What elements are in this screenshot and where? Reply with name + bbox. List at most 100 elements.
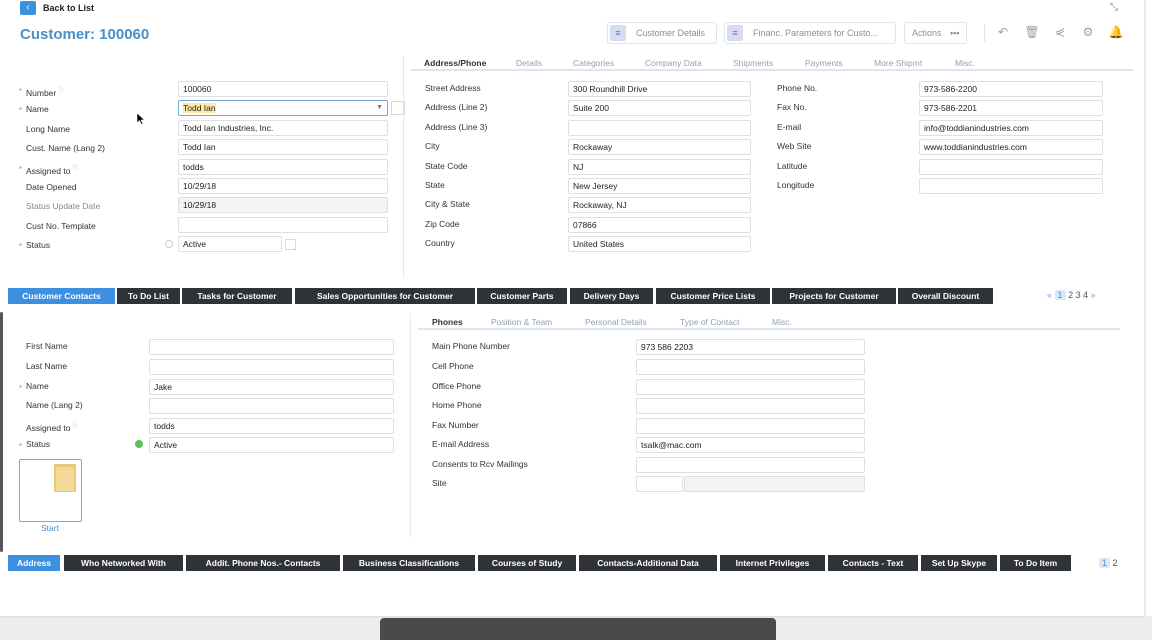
actions-button[interactable]: Actions ••• — [904, 22, 967, 44]
tab-tasks-for-customer[interactable]: Tasks for Customer — [182, 288, 292, 304]
web-site-field[interactable]: www.toddianindustries.com — [919, 139, 1103, 155]
tab-address-phone[interactable]: Address/Phone — [424, 58, 486, 68]
contact-consents-to-rcv-mailings-field[interactable] — [636, 457, 865, 473]
phone-no-field[interactable]: 973-586-2200 — [919, 81, 1103, 97]
city-field[interactable]: Rockaway — [568, 139, 751, 155]
street-address-field[interactable]: 300 Roundhill Drive — [568, 81, 751, 97]
long-name-field[interactable]: Todd Ian Industries, Inc. — [178, 120, 388, 136]
tab-misc[interactable]: Misc. — [955, 58, 975, 68]
customer-details-button[interactable]: ≡ Customer Details — [607, 22, 717, 44]
field-label-text: First Name — [26, 341, 68, 351]
pager-prev[interactable]: « — [1047, 290, 1052, 300]
site-field[interactable] — [636, 476, 683, 492]
tab-addit-phone-nos-contacts[interactable]: Addit. Phone Nos.- Contacts — [186, 555, 340, 571]
address-line-3-field[interactable] — [568, 120, 751, 136]
start-label[interactable]: Start — [41, 523, 59, 533]
back-arrow-icon[interactable]: ‹ — [20, 1, 36, 15]
date-opened-field[interactable]: 10/29/18 — [178, 178, 388, 194]
pager-page-1[interactable]: 1 — [1054, 290, 1066, 300]
contact-office-phone-field[interactable] — [636, 379, 865, 395]
city-state-field[interactable]: Rockaway, NJ — [568, 197, 751, 213]
gear-icon[interactable]: ⚙ — [1080, 24, 1096, 40]
mid-pager[interactable]: « 1 2 3 4 » — [1047, 290, 1096, 300]
contact-main-phone-number-field[interactable]: 973 586 2203 — [636, 339, 865, 355]
pager-next[interactable]: » — [1091, 290, 1096, 300]
tab-set-up-skype[interactable]: Set Up Skype — [921, 555, 997, 571]
tab-shipments[interactable]: Shipments — [733, 58, 773, 68]
tab-customer-price-lists[interactable]: Customer Price Lists — [656, 288, 770, 304]
tab-contacts-text[interactable]: Contacts - Text — [828, 555, 918, 571]
country-field[interactable]: United States — [568, 236, 751, 252]
tab-details[interactable]: Details — [516, 58, 542, 68]
contact-e-mail-address-field[interactable]: tsalk@mac.com — [636, 437, 865, 453]
tab-delivery-days[interactable]: Delivery Days — [570, 288, 653, 304]
contact-tab-type-of-contact[interactable]: Type of Contact — [680, 317, 740, 327]
tab-overall-discount[interactable]: Overall Discount — [898, 288, 993, 304]
collapse-icon[interactable]: ⤡ — [1110, 2, 1122, 14]
left-scrollbar[interactable] — [0, 312, 3, 552]
address-line-2-field[interactable]: Suite 200 — [568, 100, 751, 116]
cust-no-template-field[interactable] — [178, 217, 388, 233]
contact-status-field[interactable]: Active — [149, 437, 394, 453]
contact-tab-misc[interactable]: Misc. — [772, 317, 792, 327]
contact-last-name-field[interactable] — [149, 359, 394, 375]
tab-sales-opportunities-for-customer[interactable]: Sales Opportunities for Customer — [295, 288, 475, 304]
state-field[interactable]: New Jersey — [568, 178, 751, 194]
back-to-list-link[interactable]: Back to List — [43, 3, 94, 13]
tab-more-shipmt[interactable]: More Shipmt — [874, 58, 922, 68]
tab-address[interactable]: Address — [8, 555, 60, 571]
contact-assigned-to-field[interactable]: todds — [149, 418, 394, 434]
name-field[interactable]: Todd Ian ▼ — [178, 100, 388, 116]
tab-to-do-item[interactable]: To Do Item — [1000, 555, 1071, 571]
status-field[interactable]: Active — [178, 236, 282, 252]
tab-internet-privileges[interactable]: Internet Privileges — [720, 555, 825, 571]
tab-to-do-list[interactable]: To Do List — [117, 288, 180, 304]
site-name-field — [684, 476, 865, 492]
status-update-date-field[interactable]: 10/29/18 — [178, 197, 388, 213]
trash-icon[interactable]: 🗑 — [1024, 24, 1040, 40]
status-checkbox[interactable] — [285, 239, 296, 250]
contact-folder-tile[interactable] — [19, 459, 82, 522]
tab-business-classifications[interactable]: Business Classifications — [343, 555, 475, 571]
contact-cell-phone-field[interactable] — [636, 359, 865, 375]
financ-parameters-button[interactable]: ≡ Financ. Parameters for Custo... — [724, 22, 896, 44]
required-marker: * — [19, 242, 23, 251]
number-field[interactable]: 100060 — [178, 81, 388, 97]
fax-no-field[interactable]: 973-586-2201 — [919, 100, 1103, 116]
tab-payments[interactable]: Payments — [805, 58, 843, 68]
cust-name-lang-2-field[interactable]: Todd Ian — [178, 139, 388, 155]
pager-page-3[interactable]: 3 — [1076, 290, 1081, 300]
contact-name-field[interactable]: Jake — [149, 379, 394, 395]
contact-home-phone-field[interactable] — [636, 398, 865, 414]
e-mail-field[interactable]: info@toddianindustries.com — [919, 120, 1103, 136]
tab-who-networked-with[interactable]: Who Networked With — [64, 555, 183, 571]
assigned-to-field[interactable]: todds — [178, 159, 388, 175]
tab-projects-for-customer[interactable]: Projects for Customer — [772, 288, 896, 304]
tab-categories[interactable]: Categories — [573, 58, 614, 68]
tab-contacts-additional-data[interactable]: Contacts-Additional Data — [579, 555, 717, 571]
bottom-pager[interactable]: 1 2 — [1099, 558, 1118, 568]
longitude-field[interactable] — [919, 178, 1103, 194]
pager-page-1[interactable]: 1 — [1099, 558, 1111, 568]
latitude-field[interactable] — [919, 159, 1103, 175]
state-code-field[interactable]: NJ — [568, 159, 751, 175]
share-icon[interactable]: ⋞ — [1052, 24, 1068, 40]
required-marker: * — [19, 442, 23, 451]
chevron-down-icon[interactable]: ▼ — [376, 101, 383, 115]
contact-name-lang-2-field[interactable] — [149, 398, 394, 414]
contact-tab-phones[interactable]: Phones — [432, 317, 463, 327]
contact-fax-number-field[interactable] — [636, 418, 865, 434]
tab-customer-parts[interactable]: Customer Parts — [477, 288, 567, 304]
pager-page-4[interactable]: 4 — [1083, 290, 1088, 300]
contact-first-name-field[interactable] — [149, 339, 394, 355]
bell-icon[interactable]: 🔔 — [1108, 24, 1124, 40]
tab-customer-contacts[interactable]: Customer Contacts — [8, 288, 115, 304]
tab-courses-of-study[interactable]: Courses of Study — [478, 555, 576, 571]
contact-tab-position-team[interactable]: Position & Team — [491, 317, 552, 327]
contact-tab-personal-details[interactable]: Personal Details — [585, 317, 647, 327]
zip-code-field[interactable]: 07866 — [568, 217, 751, 233]
tab-company-data[interactable]: Company Data — [645, 58, 702, 68]
undo-icon[interactable]: ↶ — [995, 24, 1011, 40]
pager-page-2[interactable]: 2 — [1113, 558, 1118, 568]
pager-page-2[interactable]: 2 — [1068, 290, 1073, 300]
